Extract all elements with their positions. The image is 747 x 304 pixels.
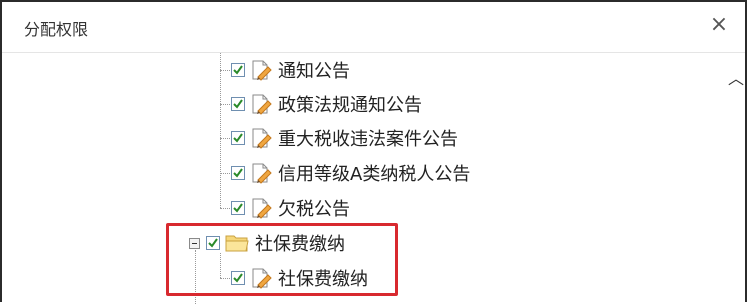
close-icon[interactable]: × <box>709 14 729 36</box>
tree-item[interactable]: 重大税收违法案件公告 <box>231 126 458 150</box>
highlight-annotation-box <box>166 223 398 296</box>
checkbox[interactable] <box>231 63 245 77</box>
tree-item-label: 信用等级A类纳税人公告 <box>278 164 471 185</box>
tree-connector <box>220 173 230 174</box>
tree-item-label: 政策法规通知公告 <box>278 95 422 116</box>
tree-connector <box>220 208 230 209</box>
tree-item-label: 欠税公告 <box>278 199 350 220</box>
document-edit-icon <box>250 197 272 219</box>
tree-item-label: 通知公告 <box>278 61 350 82</box>
tree-connector <box>220 138 230 139</box>
tree-item[interactable]: 信用等级A类纳税人公告 <box>231 161 470 185</box>
tree-item[interactable]: 通知公告 <box>231 58 350 82</box>
tree-item[interactable]: 欠税公告 <box>231 196 350 220</box>
tree-item-label: 重大税收违法案件公告 <box>278 129 458 150</box>
tree-connector <box>220 53 221 208</box>
document-edit-icon <box>250 93 272 115</box>
document-edit-icon <box>250 162 272 184</box>
checkbox[interactable] <box>231 201 245 215</box>
dialog-title: 分配权限 <box>24 20 89 39</box>
dialog-header: 分配权限 × <box>2 2 745 53</box>
checkbox[interactable] <box>231 131 245 145</box>
tree-item[interactable]: 政策法规通知公告 <box>231 92 422 116</box>
tree-connector <box>220 104 230 105</box>
permission-tree-panel: ︿ 通知公告 政策法规通知公告 重大税收违法案件公告 信用等级A类纳税人公告 欠… <box>2 53 745 304</box>
tree-connector <box>220 70 230 71</box>
checkbox[interactable] <box>231 166 245 180</box>
assign-permissions-dialog: 分配权限 × ︿ 通知公告 政策法规通知公告 重大税收违法案件公告 信用等级A类… <box>0 0 747 304</box>
document-edit-icon <box>250 127 272 149</box>
checkbox[interactable] <box>231 97 245 111</box>
document-edit-icon <box>250 59 272 81</box>
scroll-up-icon[interactable]: ︿ <box>727 70 745 88</box>
